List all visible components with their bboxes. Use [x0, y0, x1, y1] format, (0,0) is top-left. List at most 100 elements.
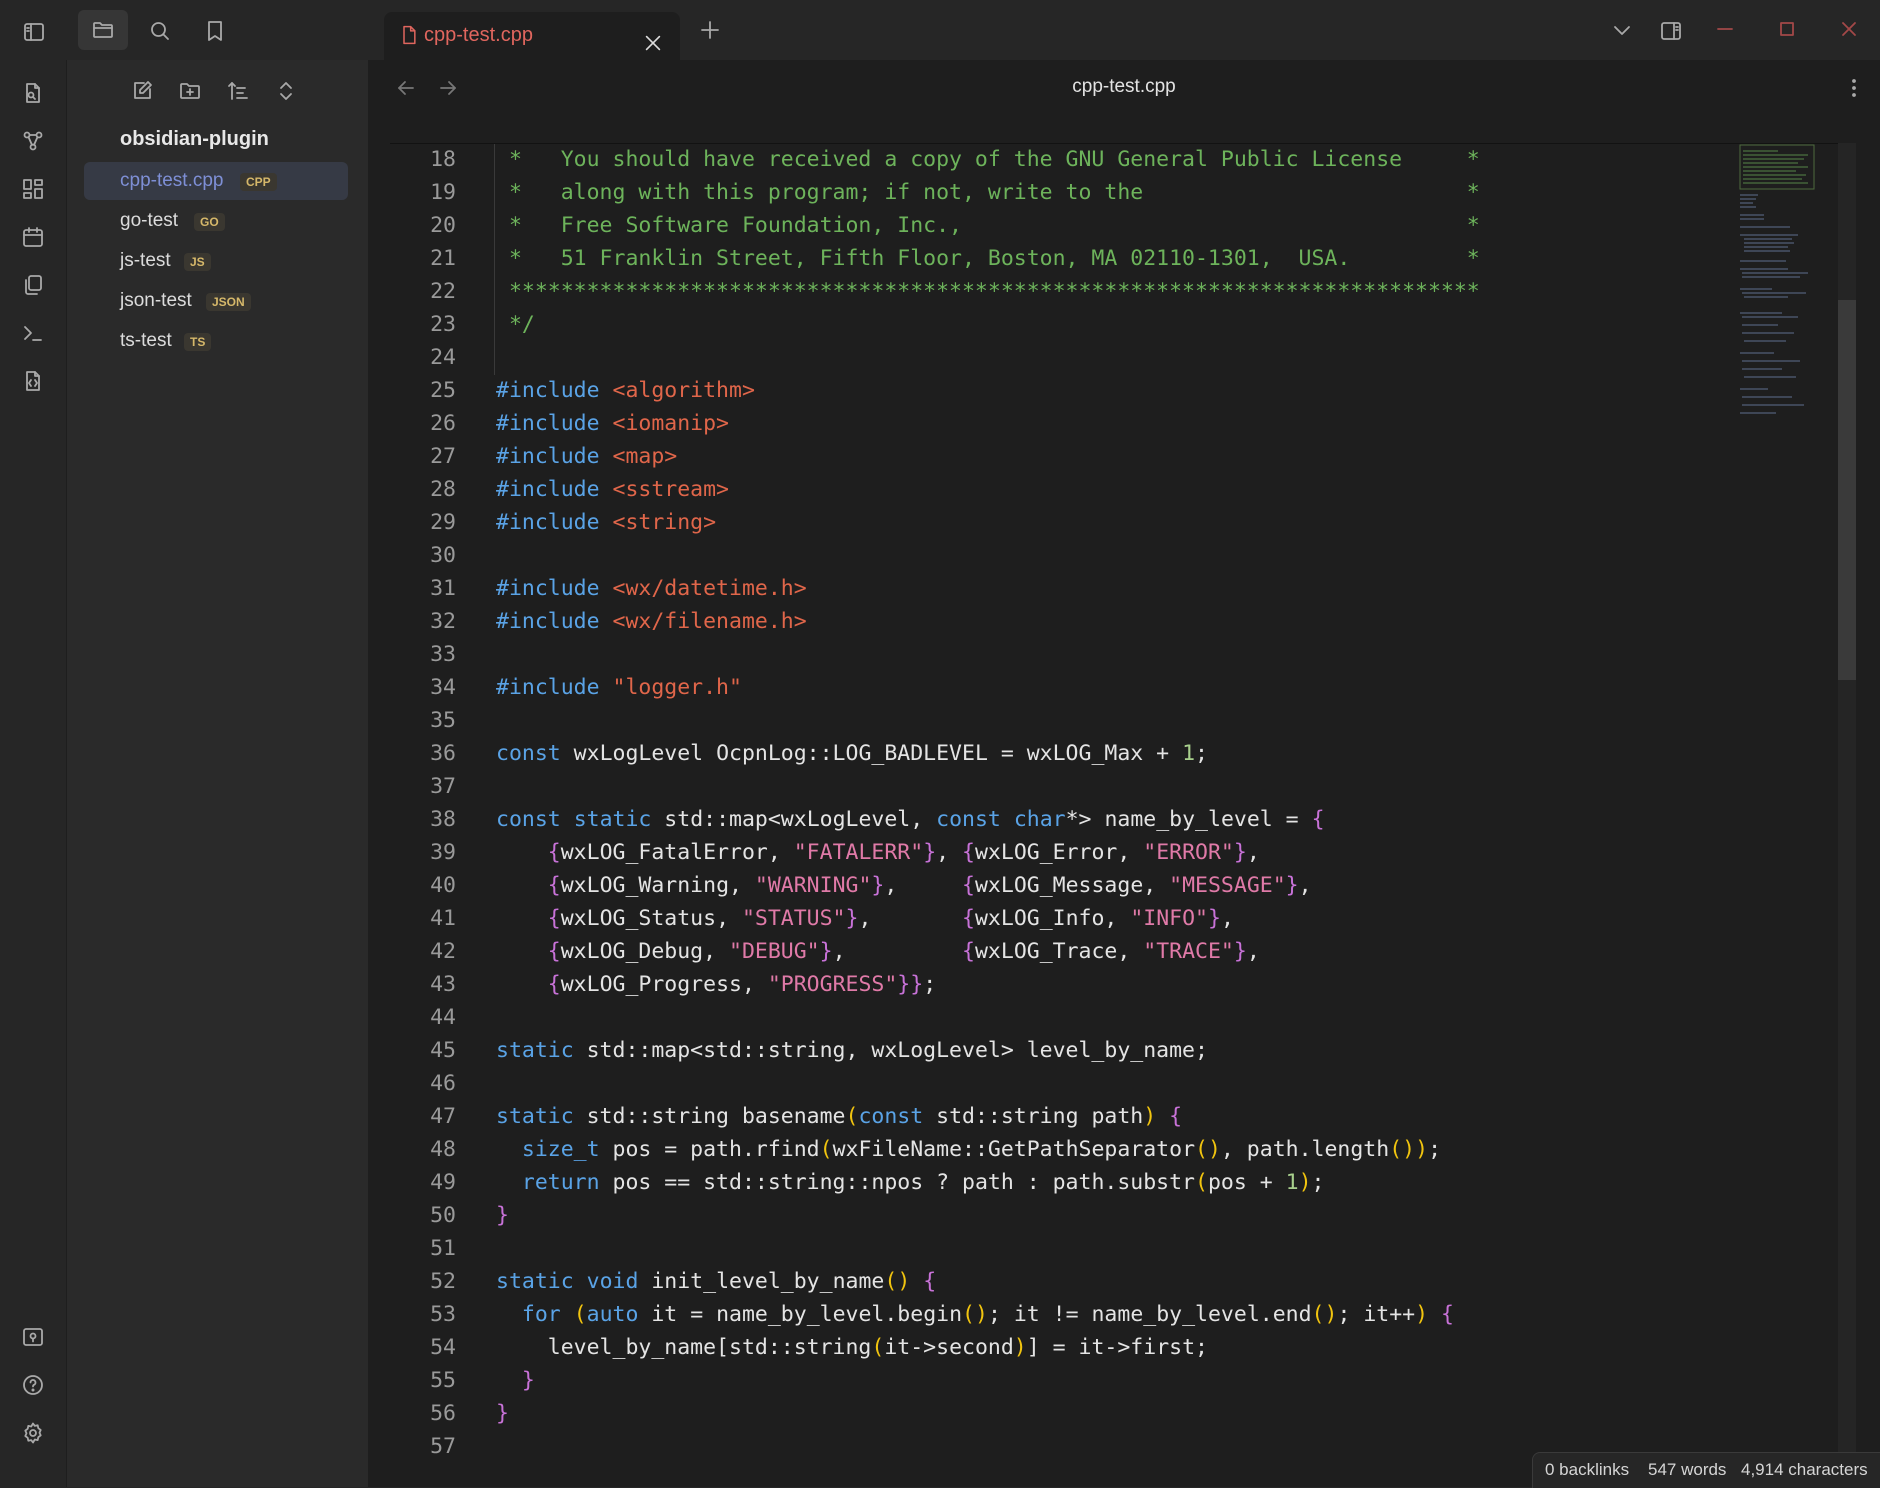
scrollbar-thumb[interactable] [1838, 300, 1856, 680]
code-text: * You should have received a copy of the… [496, 147, 1480, 172]
file-item-cpp-test[interactable]: cpp-test.cpp CPP [84, 162, 348, 200]
line-number: 43 [430, 972, 456, 997]
code-text: * Free Software Foundation, Inc., * [496, 213, 1480, 238]
new-folder-icon[interactable] [175, 76, 205, 106]
line-number: 32 [430, 609, 456, 634]
code-editor[interactable]: 18 * You should have received a copy of … [390, 143, 1838, 1464]
line-number: 36 [430, 741, 456, 766]
indent-guide [494, 144, 495, 375]
help-icon[interactable] [18, 1370, 48, 1400]
code-line: 40 {wxLOG_Warning, "WARNING"}, {wxLOG_Me… [390, 870, 1790, 903]
code-text: #include <iomanip> [496, 411, 730, 436]
code-text: {wxLOG_FatalError, "FATALERR"}, {wxLOG_E… [547, 840, 1260, 865]
code-line: 32 #include <wx/filename.h> [390, 606, 1790, 639]
more-options-icon[interactable] [1840, 74, 1868, 102]
line-number: 47 [430, 1104, 456, 1129]
code-text: #include "logger.h" [496, 675, 742, 700]
code-text: */ [496, 312, 535, 337]
line-number: 23 [430, 312, 456, 337]
line-number: 48 [430, 1137, 456, 1162]
code-text: size_t pos = path.rfind(wxFileName::GetP… [521, 1137, 1442, 1162]
close-icon[interactable] [1836, 16, 1862, 42]
tab-cpp-test[interactable]: cpp-test.cpp [384, 12, 680, 60]
line-number: 52 [430, 1269, 456, 1294]
canvas-icon[interactable] [18, 174, 48, 204]
copy-icon[interactable] [18, 270, 48, 300]
code-line: 36 const wxLogLevel OcpnLog::LOG_BADLEVEL… [390, 738, 1790, 771]
line-number: 37 [430, 774, 456, 799]
graph-view-icon[interactable] [18, 126, 48, 156]
file-icon [398, 24, 420, 46]
close-tab-icon[interactable] [640, 30, 666, 56]
code-line: 30 [390, 540, 1790, 573]
file-type-badge: JS [184, 253, 211, 271]
minimap[interactable] [1738, 143, 1818, 423]
bookmark-icon[interactable] [200, 16, 230, 46]
line-number: 35 [430, 708, 456, 733]
line-number: 55 [430, 1368, 456, 1393]
code-text: {wxLOG_Debug, "DEBUG"}, {wxLOG_Trace, "T… [547, 939, 1260, 964]
code-line: 33 [390, 639, 1790, 672]
code-text: level_by_name[std::string(it->second)] =… [496, 1335, 1208, 1360]
title-bar: cpp-test.cpp [0, 0, 1880, 60]
file-name: js-test [120, 250, 171, 271]
code-line: 49 return pos == std::string::npos ? pat… [390, 1167, 1790, 1200]
code-text: * 51 Franklin Street, Fifth Floor, Bosto… [496, 246, 1480, 271]
file-item-json-test[interactable]: json-test JSON [84, 282, 348, 320]
code-line: 52 static void init_level_by_name() { [390, 1266, 1790, 1299]
line-number: 30 [430, 543, 456, 568]
terminal-icon[interactable] [18, 318, 48, 348]
chevron-down-icon[interactable] [1608, 16, 1636, 44]
ribbon [0, 60, 66, 1487]
minimize-icon[interactable] [1712, 16, 1738, 42]
search-icon[interactable] [145, 16, 175, 46]
sidebar-toggle-icon[interactable] [20, 18, 48, 46]
code-line: 53 for (auto it = name_by_level.begin();… [390, 1299, 1790, 1332]
file-item-ts-test[interactable]: ts-test TS [84, 322, 348, 360]
new-note-icon[interactable] [127, 76, 157, 106]
vault-name[interactable]: obsidian-plugin [120, 128, 269, 151]
calendar-icon[interactable] [18, 222, 48, 252]
code-line: 56} [390, 1398, 1790, 1431]
code-text: #include <algorithm> [496, 378, 755, 403]
code-line: 35 [390, 705, 1790, 738]
code-line: 46 [390, 1068, 1790, 1101]
line-number: 46 [430, 1071, 456, 1096]
line-number: 45 [430, 1038, 456, 1063]
status-bar: 0 backlinks 547 words 4,914 characters [1532, 1452, 1880, 1488]
tab-title: cpp-test.cpp [424, 24, 533, 46]
file-item-go-test[interactable]: go-test GO [84, 202, 348, 240]
code-text: {wxLOG_Status, "STATUS"}, {wxLOG_Info, "… [547, 906, 1234, 931]
line-number: 42 [430, 939, 456, 964]
sort-icon[interactable] [223, 76, 253, 106]
line-number: 29 [430, 510, 456, 535]
code-line: 37 [390, 771, 1790, 804]
maximize-icon[interactable] [1774, 16, 1800, 42]
code-text: } [521, 1368, 535, 1393]
folder-icon[interactable] [78, 10, 128, 50]
split-pane-icon[interactable] [1656, 16, 1686, 46]
line-number: 38 [430, 807, 456, 832]
file-name: ts-test [120, 330, 172, 351]
line-number: 20 [430, 213, 456, 238]
code-line: 38 const static std::map<wxLogLevel, cons… [390, 804, 1790, 837]
settings-icon[interactable] [18, 1418, 48, 1448]
file-name: go-test [120, 210, 179, 231]
code-line: 34 #include "logger.h" [390, 672, 1790, 705]
line-number: 22 [430, 279, 456, 304]
backlinks-count[interactable]: 0 backlinks [1545, 1460, 1629, 1480]
code-file-icon[interactable] [18, 366, 48, 396]
file-type-badge: TS [184, 333, 212, 351]
code-line: 18 * You should have received a copy of … [390, 144, 1790, 177]
file-type-badge: CPP [240, 173, 277, 191]
collapse-icon[interactable] [271, 76, 301, 106]
code-line: 21 * 51 Franklin Street, Fifth Floor, Bo… [390, 243, 1790, 276]
code-line: 31 #include <wx/datetime.h> [390, 573, 1790, 606]
code-line: 45 static std::map<std::string, wxLogLeve… [390, 1035, 1790, 1068]
file-item-js-test[interactable]: js-test JS [84, 242, 348, 280]
open-quick-switcher-icon[interactable] [18, 78, 48, 108]
code-line: 19 * along with this program; if not, wr… [390, 177, 1790, 210]
code-text: static std::map<std::string, wxLogLevel>… [496, 1038, 1208, 1063]
new-tab-icon[interactable] [696, 16, 724, 44]
vault-switcher-icon[interactable] [18, 1322, 48, 1352]
